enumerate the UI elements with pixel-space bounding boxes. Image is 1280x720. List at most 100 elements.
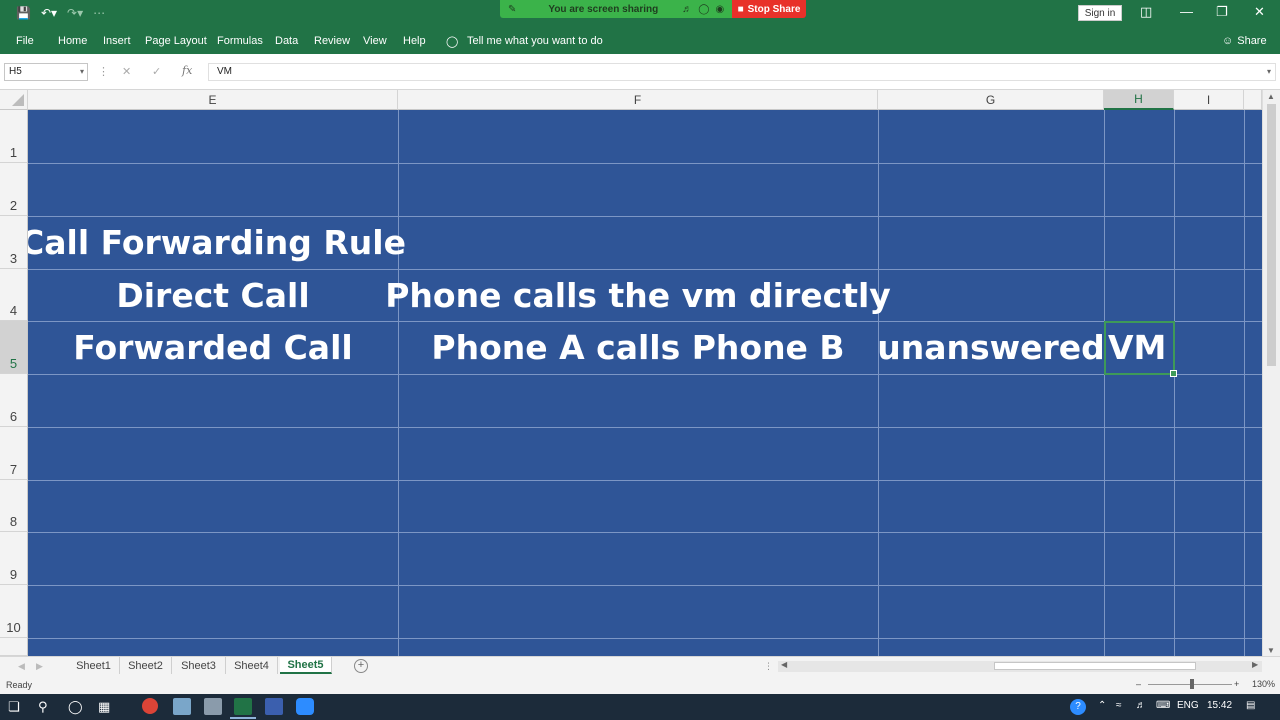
scroll-right-icon[interactable]: ▶	[1252, 660, 1258, 669]
document-app-icon[interactable]	[265, 698, 283, 715]
zoom-level[interactable]: 130%	[1252, 679, 1275, 689]
zoom-slider-handle[interactable]	[1190, 679, 1194, 689]
restore-icon[interactable]: ❐	[1216, 4, 1228, 20]
row-header-6[interactable]: 6	[0, 374, 28, 427]
scroll-up-icon[interactable]: ▲	[1267, 92, 1275, 101]
name-box[interactable]: H5 ▾	[4, 63, 88, 81]
cortana-icon[interactable]: ◯	[68, 699, 83, 715]
enter-icon[interactable]: ✓	[152, 65, 161, 78]
add-sheet-button[interactable]: +	[354, 659, 368, 673]
stop-share-button[interactable]: ■ Stop Share	[732, 0, 806, 18]
pause-icon[interactable]: ◯	[698, 4, 709, 15]
row-header-9[interactable]: 9	[0, 532, 28, 585]
row-header-4[interactable]: 4	[0, 269, 28, 321]
scroll-left-icon[interactable]: ◀	[781, 660, 787, 669]
row-header-10[interactable]: 10	[0, 585, 28, 638]
vertical-scrollbar[interactable]: ▲ ▼	[1262, 90, 1280, 658]
shield-icon[interactable]: ◉	[715, 4, 724, 15]
split-handle-icon[interactable]: ⋮	[764, 661, 773, 672]
close-icon[interactable]: ✕	[1254, 4, 1265, 20]
insert-function-button[interactable]: fx	[182, 64, 192, 77]
sheet-tab-4[interactable]: Sheet4	[226, 657, 278, 674]
column-header-f[interactable]: F	[398, 90, 878, 110]
tab-file[interactable]: File	[16, 35, 34, 47]
column-header-i[interactable]: I	[1174, 90, 1244, 110]
tab-insert[interactable]: Insert	[103, 35, 131, 47]
tab-page-layout[interactable]: Page Layout	[145, 35, 207, 47]
cell-f4[interactable]: Phone calls the vm directly	[385, 269, 891, 321]
column-header-e[interactable]: E	[28, 90, 398, 110]
sheet-tab-1[interactable]: Sheet1	[68, 657, 120, 674]
sheet-tab-2[interactable]: Sheet2	[120, 657, 172, 674]
task-view-icon[interactable]: ▦	[98, 699, 110, 715]
tab-data[interactable]: Data	[275, 35, 298, 47]
zoom-in-icon[interactable]: +	[1234, 679, 1239, 689]
tab-view[interactable]: View	[363, 35, 387, 47]
zoom-out-icon[interactable]: –	[1136, 679, 1141, 689]
tab-home[interactable]: Home	[58, 35, 87, 47]
gridline	[398, 110, 399, 656]
cell-e3[interactable]: Call Forwarding Rule	[28, 216, 406, 269]
cell-e5[interactable]: Forwarded Call	[28, 321, 398, 374]
minimize-icon[interactable]: —	[1180, 4, 1193, 19]
status-text: Ready	[6, 680, 33, 690]
tell-me-search[interactable]: Tell me what you want to do	[467, 35, 603, 47]
horizontal-scroll-thumb[interactable]	[994, 662, 1196, 670]
share-button[interactable]: ☺ Share	[1222, 35, 1267, 47]
sheet-tab-5[interactable]: Sheet5	[280, 657, 332, 674]
pin-icon[interactable]: ✎	[508, 4, 516, 15]
row-header-3[interactable]: 3	[0, 216, 28, 269]
tab-formulas[interactable]: Formulas	[217, 35, 263, 47]
sheet-tab-3[interactable]: Sheet3	[172, 657, 226, 674]
keyboard-icon[interactable]: ⌨	[1156, 700, 1170, 711]
cell-g5[interactable]: unanswered	[877, 321, 1105, 374]
save-icon[interactable]: 💾	[16, 6, 31, 20]
cell-f5[interactable]: Phone A calls Phone B	[398, 321, 878, 374]
audio-icon[interactable]: ♬	[682, 4, 692, 15]
tab-review[interactable]: Review	[314, 35, 350, 47]
excel-taskbar-icon[interactable]	[230, 698, 256, 719]
undo-icon[interactable]: ↶▾	[41, 6, 57, 20]
sharing-indicator[interactable]: ✎ You are screen sharing ♬ ◯ ◉	[500, 0, 732, 18]
sign-in-button[interactable]: Sign in	[1078, 5, 1122, 21]
column-header-h[interactable]: H	[1104, 90, 1174, 110]
next-sheet-icon[interactable]: ▶	[36, 661, 43, 672]
vertical-scroll-thumb[interactable]	[1267, 104, 1276, 366]
search-icon[interactable]: ⚲	[38, 699, 48, 715]
language-indicator[interactable]: ENG	[1177, 700, 1199, 711]
previous-sheet-icon[interactable]: ◀	[18, 661, 25, 672]
formula-input[interactable]: VM ▾	[208, 63, 1276, 81]
expand-formula-icon[interactable]: ▾	[1267, 64, 1271, 80]
horizontal-scrollbar[interactable]: ◀ ▶	[778, 660, 1262, 672]
chrome-icon[interactable]	[142, 698, 158, 714]
zoom-app-icon[interactable]	[296, 698, 314, 715]
network-icon[interactable]: ≈	[1116, 700, 1122, 711]
volume-icon[interactable]: ♬	[1136, 700, 1146, 711]
notifications-icon[interactable]: ▤	[1246, 700, 1255, 711]
row-header-7[interactable]: 7	[0, 427, 28, 480]
cell-e4[interactable]: Direct Call	[28, 269, 398, 321]
row-header-partial[interactable]	[0, 638, 28, 656]
show-hidden-icons-icon[interactable]: ⌃	[1098, 700, 1106, 711]
scroll-down-icon[interactable]: ▼	[1267, 646, 1275, 655]
help-icon[interactable]: ?	[1070, 699, 1086, 715]
selected-cell-border	[1104, 321, 1177, 377]
select-all-button[interactable]	[0, 90, 28, 110]
worksheet-grid[interactable]: Call Forwarding Rule Direct Call Forward…	[28, 110, 1262, 656]
chevron-down-icon[interactable]: ▾	[80, 64, 84, 80]
clock[interactable]: 15:42	[1207, 700, 1232, 711]
column-header-partial[interactable]	[1244, 90, 1262, 110]
column-header-g[interactable]: G	[878, 90, 1104, 110]
file-explorer-icon[interactable]	[204, 698, 222, 715]
windows-start-icon[interactable]: ❏	[8, 699, 20, 715]
row-header-2[interactable]: 2	[0, 163, 28, 216]
ribbon-display-icon[interactable]: ◫	[1140, 4, 1152, 20]
row-header-5[interactable]: 5	[0, 321, 28, 374]
row-header-8[interactable]: 8	[0, 480, 28, 532]
customize-icon[interactable]: ⋯	[93, 6, 105, 20]
app-icon[interactable]	[173, 698, 191, 715]
redo-icon[interactable]: ↷▾	[67, 6, 83, 20]
tab-help[interactable]: Help	[403, 35, 426, 47]
cancel-icon[interactable]: ✕	[122, 65, 131, 78]
row-header-1[interactable]: 1	[0, 110, 28, 163]
